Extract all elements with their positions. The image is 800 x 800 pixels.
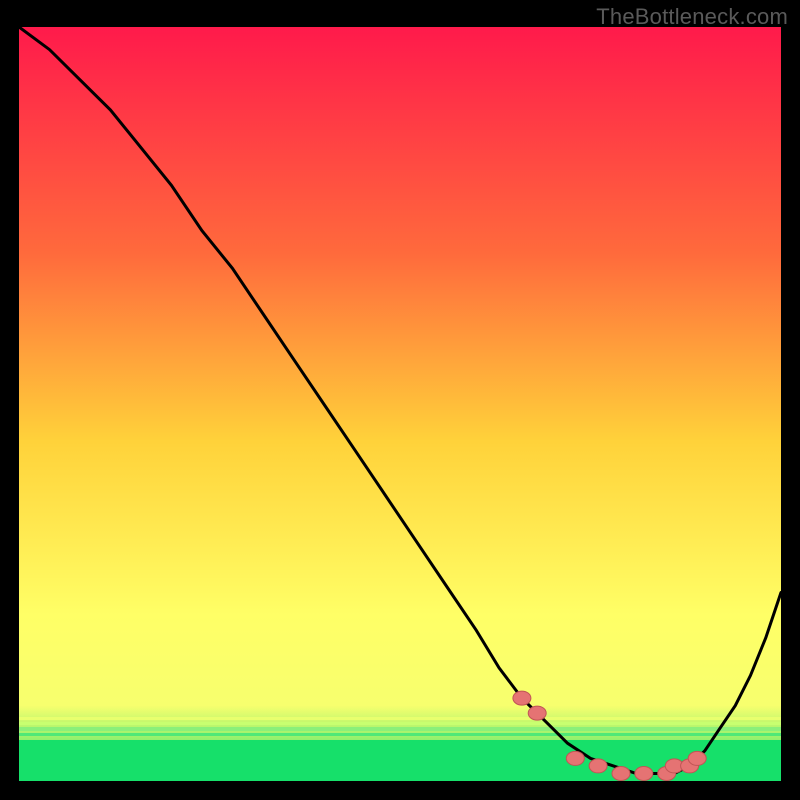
marker-point bbox=[528, 706, 546, 720]
marker-point bbox=[513, 691, 531, 705]
plot-area bbox=[19, 27, 781, 781]
plot-svg bbox=[19, 27, 781, 781]
marker-point bbox=[688, 751, 706, 765]
watermark-text: TheBottleneck.com bbox=[596, 4, 788, 30]
marker-point bbox=[612, 767, 630, 781]
marker-point bbox=[566, 751, 584, 765]
marker-point bbox=[635, 767, 653, 781]
chart-frame: TheBottleneck.com bbox=[0, 0, 800, 800]
marker-point bbox=[589, 759, 607, 773]
